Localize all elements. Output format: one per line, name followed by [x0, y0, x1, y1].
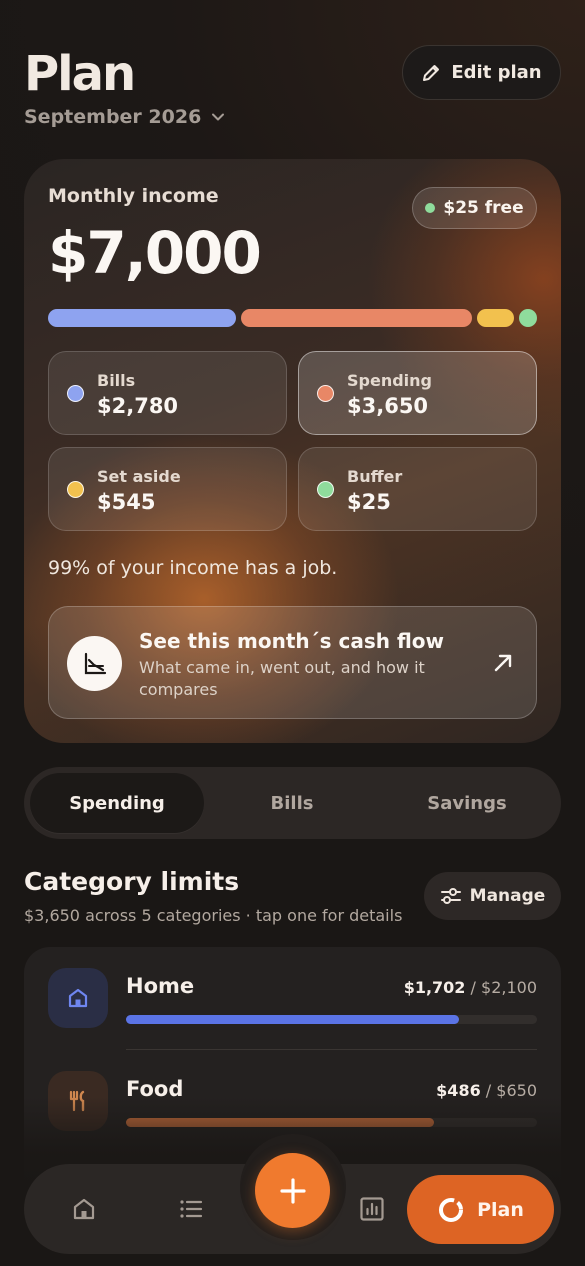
tab-spending[interactable]: Spending: [30, 773, 204, 833]
header: Plan September 2026 Edit plan: [24, 44, 561, 144]
income-assigned-text: 99% of your income has a job.: [48, 557, 338, 579]
category-amounts: $1,702 / $2,100: [404, 978, 537, 997]
tile-value: $3,650: [347, 394, 429, 418]
category-name: Home: [126, 974, 195, 998]
cash-flow-subtitle: What came in, went out, and how it compa…: [139, 658, 425, 699]
chart-icon: [360, 1197, 384, 1221]
plan-segment-control: Spending Bills Savings: [24, 767, 561, 839]
edit-plan-button[interactable]: Edit plan: [402, 45, 561, 100]
tile-set-aside[interactable]: Set aside $545: [48, 447, 287, 531]
allocation-bar: [48, 309, 537, 327]
home-icon: [48, 968, 108, 1028]
edit-plan-label: Edit plan: [451, 62, 542, 83]
manage-button[interactable]: Manage: [424, 872, 561, 920]
tile-label: Set aside: [97, 467, 181, 486]
category-progress-fill: [126, 1015, 459, 1024]
donut-chart-icon: [439, 1197, 464, 1222]
tile-value: $2,780: [97, 394, 179, 418]
list-icon: [180, 1200, 203, 1218]
cash-flow-chart-icon: [67, 636, 122, 691]
buffer-dot-icon: [317, 481, 334, 498]
tile-label: Bills: [97, 371, 136, 390]
month-selector[interactable]: September 2026: [24, 106, 561, 128]
category-limits-title: Category limits: [24, 867, 240, 896]
nav-reports[interactable]: [352, 1189, 392, 1229]
tile-spending[interactable]: Spending $3,650: [298, 351, 537, 435]
home-icon: [73, 1198, 95, 1220]
tile-bills[interactable]: Bills $2,780: [48, 351, 287, 435]
tab-savings[interactable]: Savings: [380, 773, 554, 833]
category-progress-track: [126, 1015, 537, 1024]
sliders-icon: [440, 888, 461, 904]
cash-flow-title: See this month´s cash flow: [139, 629, 444, 653]
tile-buffer[interactable]: Buffer $25: [298, 447, 537, 531]
tile-value: $25: [347, 490, 391, 514]
nav-plan-label: Plan: [477, 1198, 524, 1221]
category-spent: $1,702: [403, 978, 466, 997]
nav-plan[interactable]: Plan: [407, 1175, 554, 1244]
spending-dot-icon: [317, 385, 334, 402]
allocation-segment-spending: [241, 309, 473, 327]
add-button[interactable]: [255, 1153, 330, 1228]
month-label: September 2026: [24, 106, 202, 128]
nav-transactions[interactable]: [171, 1189, 211, 1229]
tile-label: Spending: [347, 371, 432, 390]
tile-label: Buffer: [347, 467, 403, 486]
bills-dot-icon: [67, 385, 84, 402]
manage-label: Manage: [469, 886, 546, 906]
income-summary-card: Monthly income $7,000 $25 free Bills $2,…: [24, 159, 561, 743]
tile-value: $545: [97, 490, 156, 514]
income-value: $7,000: [48, 219, 262, 287]
allocation-segment-buffer: [519, 309, 537, 327]
category-limits-subtitle: $3,650 across 5 categories · tap one for…: [24, 906, 403, 925]
arrow-up-right-icon: [494, 654, 512, 672]
tab-bills[interactable]: Bills: [205, 773, 379, 833]
row-divider: [126, 1049, 537, 1050]
allocation-segment-set-aside: [477, 309, 514, 327]
set-aside-dot-icon: [67, 481, 84, 498]
income-label: Monthly income: [48, 185, 219, 207]
free-amount-badge: $25 free: [412, 187, 537, 229]
chevron-down-icon: [212, 113, 225, 121]
plus-icon: [279, 1177, 306, 1204]
cash-flow-link[interactable]: See this month´s cash flow What came in,…: [48, 606, 537, 719]
free-dot-icon: [425, 203, 436, 213]
free-amount-label: $25 free: [443, 198, 524, 218]
category-limit: / $2,100: [470, 978, 537, 997]
nav-home[interactable]: [64, 1189, 104, 1229]
allocation-segment-bills: [48, 309, 237, 327]
pencil-icon: [423, 64, 440, 81]
